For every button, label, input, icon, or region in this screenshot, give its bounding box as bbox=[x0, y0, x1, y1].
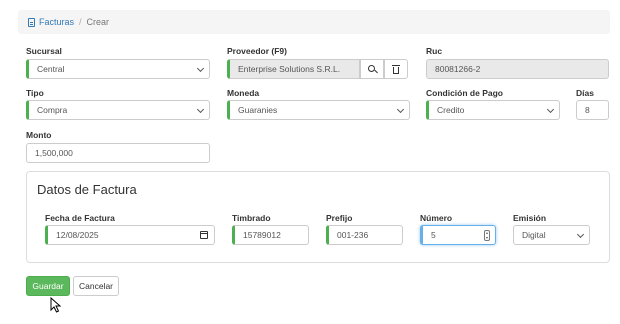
chevron-down-icon bbox=[546, 105, 555, 114]
dias-input[interactable]: 8 bbox=[576, 100, 609, 120]
dias-value: 8 bbox=[585, 105, 590, 115]
search-proveedor-button[interactable] bbox=[360, 59, 384, 79]
fecha-value: 12/08/2025 bbox=[56, 230, 99, 240]
condicion-label: Condición de Pago bbox=[426, 88, 503, 98]
breadcrumb-current: Crear bbox=[86, 17, 110, 27]
tipo-select[interactable]: Compra bbox=[26, 100, 210, 120]
prefijo-label: Prefijo bbox=[326, 213, 353, 223]
condicion-select[interactable]: Credito bbox=[426, 100, 560, 120]
moneda-value: Guaranies bbox=[238, 105, 278, 115]
monto-label: Monto bbox=[26, 130, 52, 140]
timbrado-label: Timbrado bbox=[232, 213, 271, 223]
ruc-field: 80081266-2 bbox=[426, 59, 609, 79]
emision-label: Emisión bbox=[513, 213, 547, 223]
numero-label: Número bbox=[420, 213, 453, 223]
timbrado-input[interactable]: 15789012 bbox=[232, 225, 309, 245]
emision-select[interactable]: Digital bbox=[513, 225, 590, 245]
proveedor-label: Proveedor (F9) bbox=[227, 46, 287, 56]
sucursal-label: Sucursal bbox=[26, 46, 62, 56]
fecha-input[interactable]: 12/08/2025 bbox=[45, 225, 215, 245]
search-icon bbox=[367, 64, 375, 72]
moneda-label: Moneda bbox=[227, 88, 260, 98]
monto-value: 1,500,000 bbox=[35, 148, 73, 158]
fecha-label: Fecha de Factura bbox=[45, 213, 115, 223]
chevron-down-icon bbox=[196, 64, 205, 73]
calendar-icon[interactable] bbox=[200, 231, 208, 239]
ruc-value: 80081266-2 bbox=[435, 64, 481, 74]
sucursal-select[interactable]: Central bbox=[26, 59, 210, 79]
document-icon bbox=[28, 17, 35, 27]
mouse-cursor-icon bbox=[50, 297, 62, 313]
tipo-value: Compra bbox=[37, 105, 68, 115]
tipo-label: Tipo bbox=[26, 88, 44, 98]
numero-input[interactable]: 5 bbox=[420, 225, 496, 245]
breadcrumb: Facturas / Crear bbox=[18, 10, 610, 34]
trash-icon bbox=[392, 64, 400, 74]
guardar-button[interactable]: Guardar bbox=[26, 276, 70, 296]
timbrado-value: 15789012 bbox=[243, 230, 281, 240]
chevron-down-icon bbox=[396, 105, 405, 114]
breadcrumb-root-label: Facturas bbox=[39, 17, 75, 27]
emision-value: Digital bbox=[522, 230, 546, 240]
proveedor-value: Enterprise Solutions S.R.L. bbox=[238, 64, 341, 74]
numero-value: 5 bbox=[431, 230, 436, 240]
breadcrumb-facturas-link[interactable]: Facturas bbox=[28, 17, 74, 27]
moneda-select[interactable]: Guaranies bbox=[227, 100, 410, 120]
proveedor-field: Enterprise Solutions S.R.L. bbox=[227, 59, 360, 79]
spinner-icon[interactable] bbox=[484, 230, 490, 241]
sucursal-value: Central bbox=[37, 64, 65, 74]
cancelar-button[interactable]: Cancelar bbox=[73, 276, 119, 296]
breadcrumb-separator: / bbox=[79, 17, 82, 27]
clear-proveedor-button[interactable] bbox=[384, 59, 408, 79]
prefijo-value: 001-236 bbox=[337, 230, 369, 240]
condicion-value: Credito bbox=[437, 105, 465, 115]
ruc-label: Ruc bbox=[426, 46, 443, 56]
dias-label: Días bbox=[576, 88, 594, 98]
datos-factura-title: Datos de Factura bbox=[37, 182, 137, 197]
monto-input[interactable]: 1,500,000 bbox=[26, 143, 210, 163]
chevron-down-icon bbox=[576, 230, 585, 239]
chevron-down-icon bbox=[196, 105, 205, 114]
prefijo-input[interactable]: 001-236 bbox=[326, 225, 403, 245]
